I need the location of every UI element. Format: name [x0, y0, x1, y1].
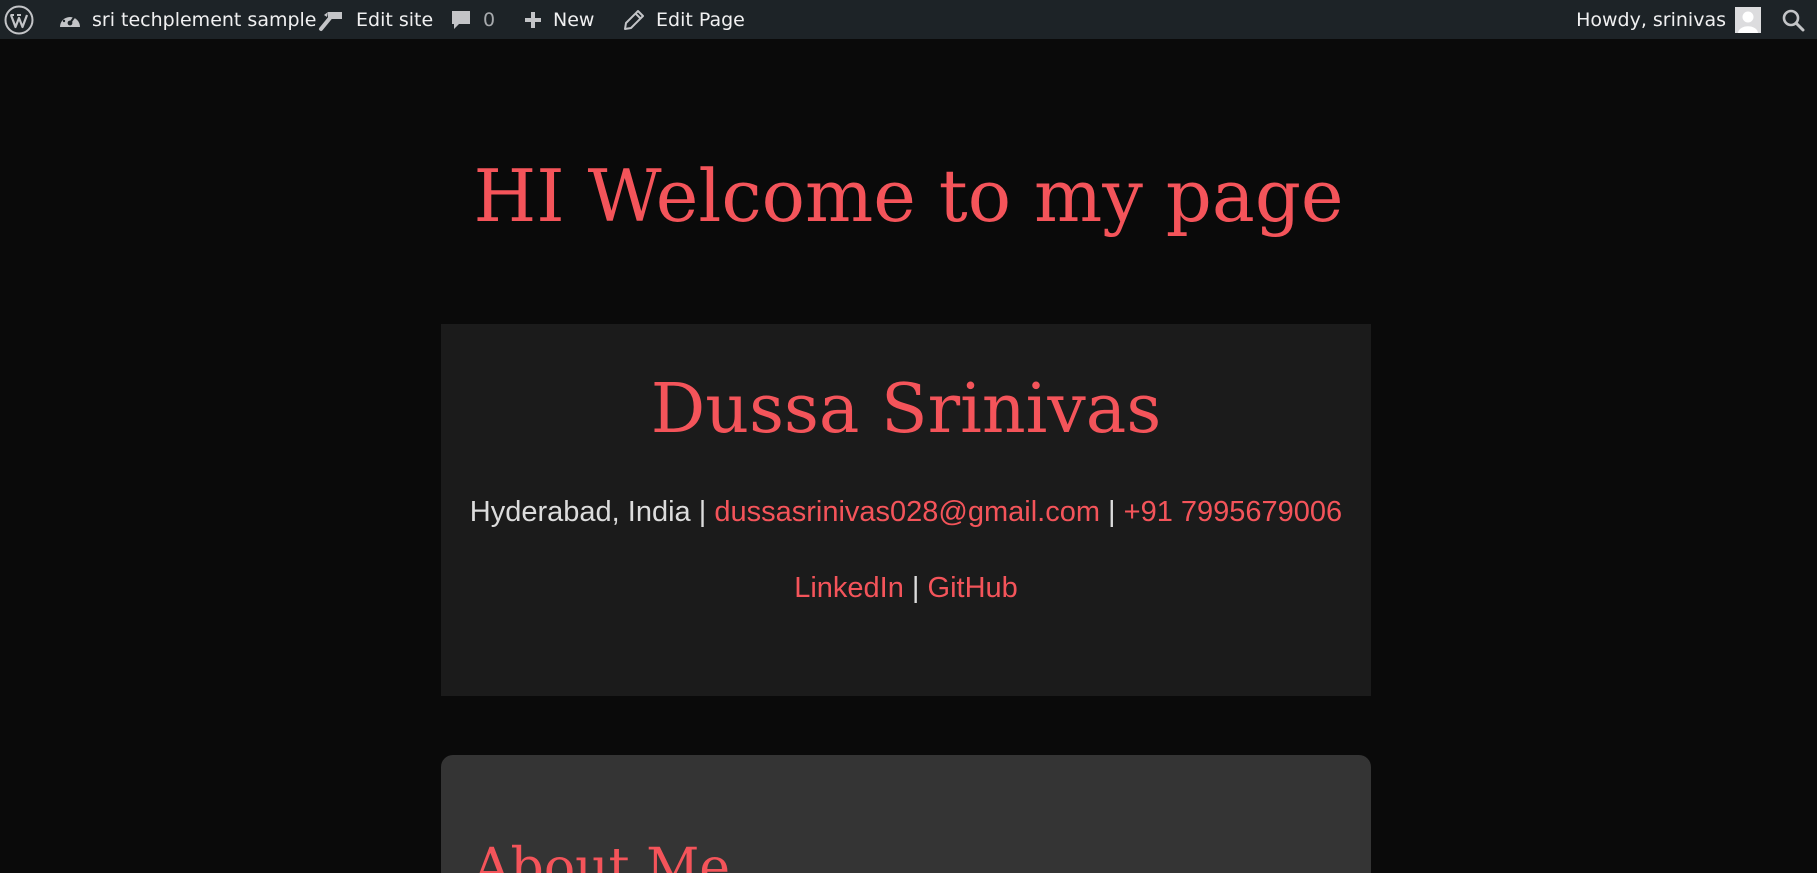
email-link[interactable]: dussasrinivas028@gmail.com: [714, 496, 1100, 528]
dashboard-gauge-icon: [58, 9, 82, 31]
avatar: [1735, 6, 1761, 33]
comments-button[interactable]: 0: [449, 0, 495, 39]
wordpress-logo-button[interactable]: [4, 0, 34, 39]
github-link[interactable]: GitHub: [928, 572, 1018, 604]
edit-page-button[interactable]: Edit Page: [622, 0, 745, 39]
page-title: HI Welcome to my page: [473, 154, 1344, 238]
new-label: New: [553, 8, 595, 31]
search-button[interactable]: [1781, 0, 1805, 39]
phone-link[interactable]: +91 7995679006: [1124, 496, 1343, 528]
site-name-menu[interactable]: sri techplement sample: [58, 0, 317, 39]
new-content-button[interactable]: New: [523, 0, 594, 39]
location-text: Hyderabad, India: [469, 496, 691, 528]
about-section-card: About Me: [441, 755, 1371, 873]
contact-line: Hyderabad, India | dussasrinivas028@gmai…: [441, 492, 1371, 532]
linkedin-link[interactable]: LinkedIn: [794, 572, 904, 604]
search-icon: [1781, 8, 1805, 32]
social-links: LinkedIn | GitHub: [441, 568, 1371, 608]
user-account-menu[interactable]: Howdy, srinivas: [1576, 0, 1761, 39]
greeting-label: Howdy, srinivas: [1576, 8, 1726, 31]
comment-bubble-icon: [449, 8, 473, 32]
plus-icon: [523, 10, 543, 30]
admin-bar: sri techplement sample Edit site 0 New E…: [0, 0, 1817, 39]
site-name-label: sri techplement sample: [92, 8, 317, 31]
paint-brush-icon: [318, 8, 346, 32]
wordpress-logo-icon: [4, 5, 34, 35]
separator: |: [911, 572, 920, 604]
edit-page-label: Edit Page: [656, 8, 745, 31]
separator: |: [1108, 496, 1116, 528]
profile-name: Dussa Srinivas: [650, 370, 1162, 449]
separator: |: [698, 496, 707, 528]
edit-site-label: Edit site: [356, 8, 434, 31]
about-heading: About Me: [473, 838, 731, 873]
pencil-icon: [622, 8, 646, 32]
edit-site-button[interactable]: Edit site: [318, 0, 433, 39]
comments-count: 0: [483, 8, 496, 31]
profile-header-card: Dussa Srinivas Hyderabad, India | dussas…: [441, 324, 1371, 696]
